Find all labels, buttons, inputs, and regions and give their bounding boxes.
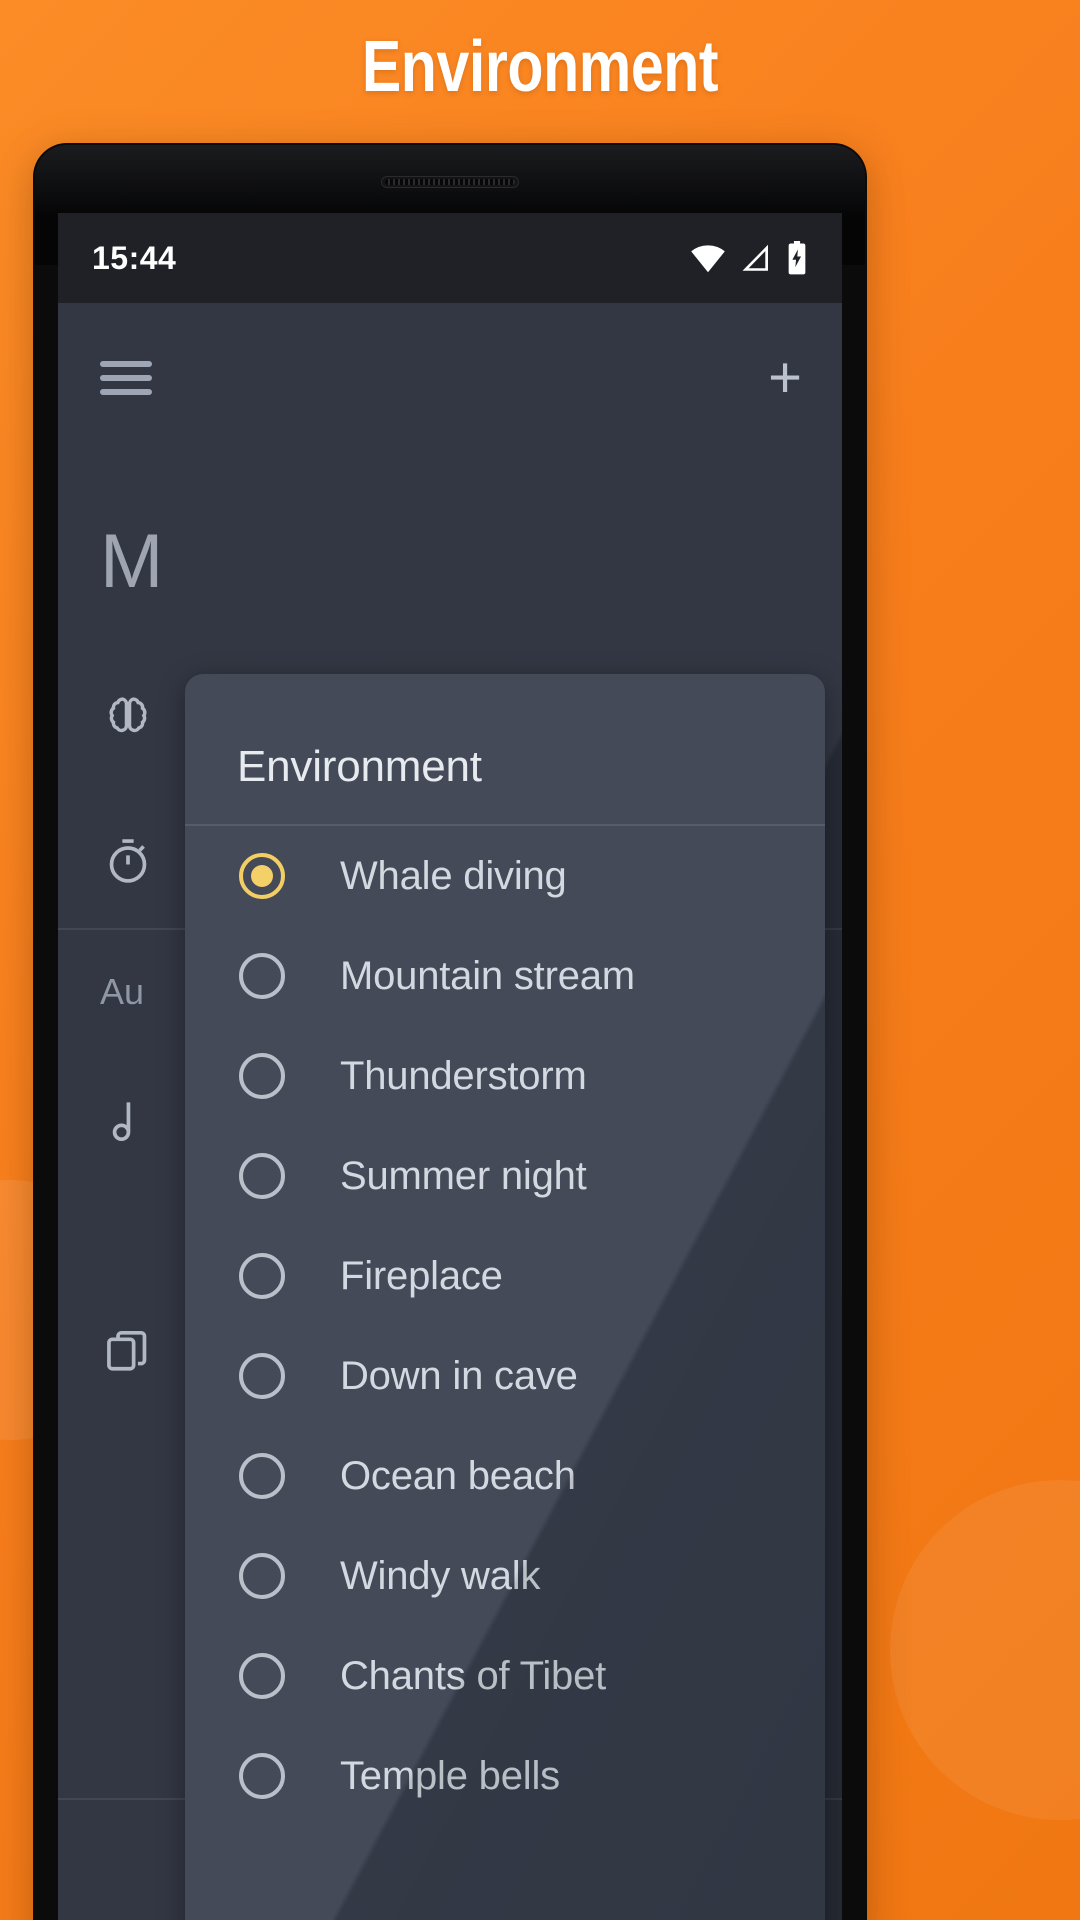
dialog-title: Environment (237, 742, 482, 791)
environment-option-label: Fireplace (340, 1253, 503, 1298)
environment-option-down-in-cave[interactable]: Down in cave (185, 1326, 825, 1426)
radio-button-icon[interactable] (239, 1753, 285, 1799)
environment-option-label: Ocean beach (340, 1453, 576, 1498)
radio-button-icon[interactable] (239, 1653, 285, 1699)
radio-button-icon[interactable] (239, 1153, 285, 1199)
environment-option-label: Whale diving (340, 853, 567, 898)
environment-option-list: Whale diving Mountain stream Thunderstorm S… (185, 826, 825, 1826)
environment-option-thunderstorm[interactable]: Thunderstorm (185, 1026, 825, 1126)
environment-option-temple-bells[interactable]: Temple bells (185, 1726, 825, 1826)
hamburger-menu-icon[interactable] (100, 361, 152, 395)
radio-button-icon[interactable] (239, 953, 285, 999)
environment-option-label: Thunderstorm (340, 1053, 587, 1098)
background-list-item[interactable] (100, 1323, 190, 1379)
radio-button-icon[interactable] (239, 1253, 285, 1299)
environment-option-whale-diving[interactable]: Whale diving (185, 826, 825, 926)
earpiece-speaker-grille (381, 176, 519, 188)
background-list-item[interactable] (100, 833, 190, 889)
environment-option-chants-of-tibet[interactable]: Chants of Tibet (185, 1626, 825, 1726)
cellular-signal-icon (739, 243, 773, 273)
music-note-icon (100, 1093, 156, 1149)
environment-option-summer-night[interactable]: Summer night (185, 1126, 825, 1226)
background-list-item[interactable] (100, 1093, 190, 1149)
environment-option-mountain-stream[interactable]: Mountain stream (185, 926, 825, 1026)
background-section-label: Au (100, 971, 145, 1012)
background-screen-title: M (100, 519, 163, 604)
environment-dialog: Environment Whale diving Mountain stream T… (185, 674, 825, 1920)
battery-charging-icon (785, 241, 809, 275)
app-toolbar: + (58, 303, 842, 453)
status-bar: 15:44 (58, 213, 842, 303)
timer-icon (100, 833, 156, 889)
copy-icon (100, 1323, 156, 1379)
phone-mockup: 15:44 + M Au Environment Whale diving Mo… (33, 143, 867, 1920)
environment-option-windy-walk[interactable]: Windy walk (185, 1526, 825, 1626)
radio-button-icon[interactable] (239, 1053, 285, 1099)
phone-screen: 15:44 + M Au Environment Whale diving Mo… (58, 213, 842, 1920)
background-list-item[interactable] (100, 688, 190, 744)
hamburger-bar (100, 389, 152, 395)
radio-button-icon[interactable] (239, 1453, 285, 1499)
hamburger-bar (100, 361, 152, 367)
status-bar-clock: 15:44 (92, 239, 177, 276)
decorative-circle-right (890, 1480, 1080, 1820)
wifi-icon (689, 243, 727, 273)
radio-button-selected-icon[interactable] (239, 853, 285, 899)
promo-headline: Environment (361, 27, 719, 107)
radio-button-icon[interactable] (239, 1353, 285, 1399)
environment-option-label: Summer night (340, 1153, 587, 1198)
plus-icon[interactable]: + (768, 349, 802, 407)
environment-option-label: Mountain stream (340, 953, 635, 998)
environment-option-ocean-beach[interactable]: Ocean beach (185, 1426, 825, 1526)
environment-option-label: Down in cave (340, 1353, 578, 1398)
status-bar-icons (689, 241, 809, 275)
environment-option-fireplace[interactable]: Fireplace (185, 1226, 825, 1326)
environment-option-label: Windy walk (340, 1553, 541, 1598)
environment-option-label: Temple bells (340, 1753, 560, 1798)
radio-button-icon[interactable] (239, 1553, 285, 1599)
environment-option-label: Chants of Tibet (340, 1653, 607, 1698)
hamburger-bar (100, 375, 152, 381)
brain-icon (100, 688, 156, 744)
